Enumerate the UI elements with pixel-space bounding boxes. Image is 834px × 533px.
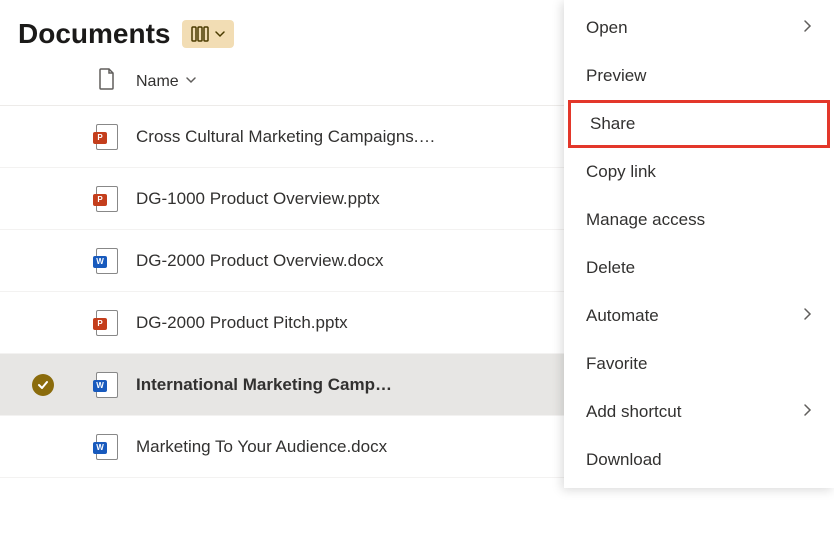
menu-item-share[interactable]: Share [568,100,830,148]
menu-item-label: Favorite [586,354,647,374]
file-name[interactable]: Cross Cultural Marketing Campaigns.pptx [136,127,436,147]
file-name[interactable]: DG-2000 Product Pitch.pptx [136,313,348,333]
chevron-right-icon [802,18,812,38]
chevron-down-icon [214,28,226,40]
page-title: Documents [18,18,170,50]
menu-item-automate[interactable]: Automate [564,292,834,340]
row-select-cell[interactable] [8,374,78,396]
column-header-name[interactable]: Name [136,73,197,91]
menu-item-preview[interactable]: Preview [564,52,834,100]
menu-item-download[interactable]: Download [564,436,834,484]
file-type-icon: P [78,186,136,212]
menu-item-label: Open [586,18,628,38]
file-type-icon: W [78,248,136,274]
menu-item-favorite[interactable]: Favorite [564,340,834,388]
chevron-down-icon [185,73,197,91]
menu-item-label: Manage access [586,210,705,230]
context-menu: Open Preview Share Copy link Manage access De… [564,0,834,488]
chevron-right-icon [802,402,812,422]
menu-item-label: Download [586,450,662,470]
menu-item-add-shortcut[interactable]: Add shortcut [564,388,834,436]
menu-item-label: Share [590,114,635,134]
file-name[interactable]: DG-1000 Product Overview.pptx [136,189,380,209]
menu-item-label: Automate [586,306,659,326]
file-name[interactable]: Marketing To Your Audience.docx [136,437,387,457]
menu-item-label: Add shortcut [586,402,681,422]
menu-item-manage-access[interactable]: Manage access [564,196,834,244]
menu-item-copy-link[interactable]: Copy link [564,148,834,196]
file-name[interactable]: International Marketing Camp… [136,375,392,395]
column-type[interactable] [78,68,136,95]
document-icon [98,68,116,95]
file-name[interactable]: DG-2000 Product Overview.docx [136,251,384,271]
column-name-label: Name [136,73,179,91]
menu-item-delete[interactable]: Delete [564,244,834,292]
chevron-right-icon [802,306,812,326]
file-type-icon: W [78,372,136,398]
file-type-icon: P [78,310,136,336]
view-switcher[interactable] [182,20,234,48]
view-columns-icon [190,24,210,44]
menu-item-open[interactable]: Open [564,4,834,52]
file-type-icon: P [78,124,136,150]
menu-item-label: Delete [586,258,635,278]
menu-item-label: Copy link [586,162,656,182]
file-type-icon: W [78,434,136,460]
checkmark-icon [32,374,54,396]
menu-item-label: Preview [586,66,646,86]
